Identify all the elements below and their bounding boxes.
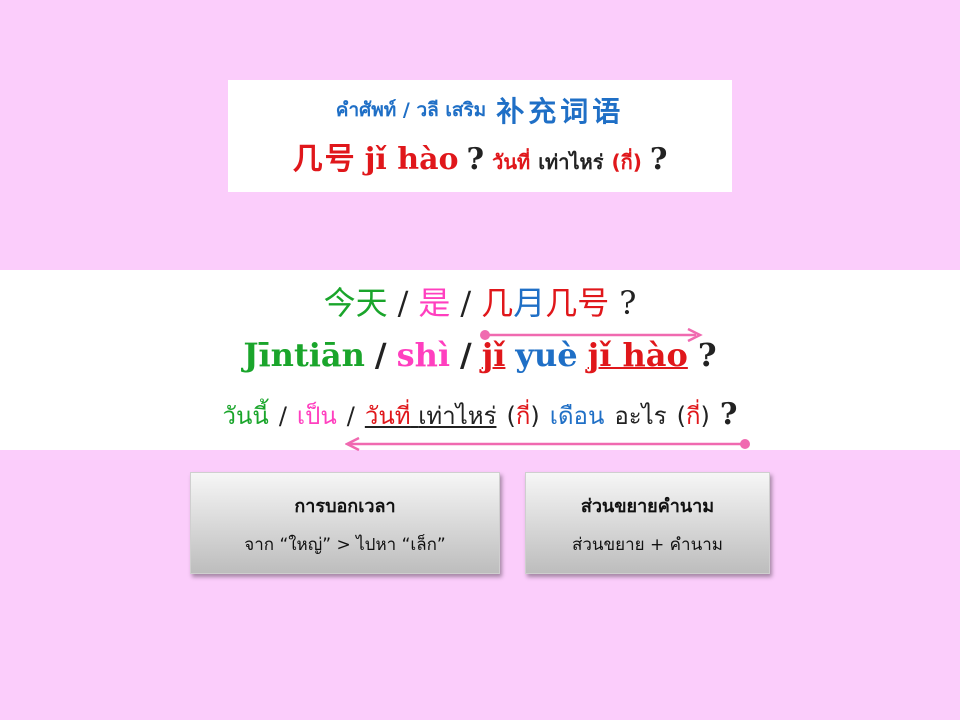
- time-order-note-button[interactable]: การบอกเวลา จาก “ใหญ่” > ไปหา “เล็ก”: [190, 472, 500, 574]
- noun-modifier-note-title: ส่วนขยายคำนาม: [580, 496, 715, 517]
- zh-is: 是: [418, 284, 451, 322]
- noun-modifier-note-body: ส่วนขยาย + คำนาม: [572, 535, 723, 555]
- sentence-thai: วันนี้ / เป็น / วันที่ เท่าไหร่ (กี่) เด…: [0, 396, 960, 435]
- time-order-note-body: จาก “ใหญ่” > ไปหา “เล็ก”: [244, 535, 446, 555]
- th-what: อะไร: [614, 402, 667, 430]
- py-sep-1: /: [374, 336, 387, 374]
- title-card: คำศัพท์ / วลี เสริม 补充词语 几号 jǐ hào ? วัน…: [228, 80, 732, 192]
- zh-month: 月: [513, 284, 546, 322]
- th-is: เป็น: [296, 402, 337, 430]
- chinese-heading: 补充词语: [496, 95, 625, 128]
- th-paren-open-2: (: [676, 402, 686, 430]
- th-question-mark: ?: [719, 397, 738, 432]
- phrase-thai-how-many: เท่าไหร่: [538, 150, 604, 174]
- th-day: วันที่: [364, 402, 411, 430]
- zh-today: 今天: [323, 284, 388, 322]
- zh-sep-1: /: [397, 284, 409, 322]
- th-sep-2: /: [346, 402, 355, 430]
- sentence-chinese: 今天 / 是 / 几月几号 ?: [0, 278, 960, 324]
- phrase-thai-particle: (กี่): [611, 150, 642, 174]
- zh-ji-1: 几: [481, 284, 514, 322]
- py-is: shì: [396, 336, 450, 374]
- title-phrase: 几号 jǐ hào ? วันที่ เท่าไหร่ (กี่) ?: [228, 134, 732, 180]
- phrase-pinyin: jǐ hào: [364, 142, 459, 177]
- th-gee-2: กี่: [686, 402, 701, 430]
- th-day-group: วันที่ เท่าไหร่: [365, 396, 497, 435]
- title-heading: คำศัพท์ / วลี เสริม 补充词语: [228, 90, 732, 130]
- zh-sep-2: /: [460, 284, 472, 322]
- zh-ji-hao: 几号: [545, 284, 610, 322]
- py-sep-2: /: [460, 336, 472, 374]
- th-particle-1: (กี่): [506, 396, 539, 435]
- th-paren-close-1: ): [530, 402, 540, 430]
- th-particle-2: (กี่): [677, 396, 710, 435]
- zh-question-mark: ?: [619, 284, 637, 322]
- th-paren-close-2: ): [700, 402, 710, 430]
- time-order-note-title: การบอกเวลา: [294, 496, 396, 517]
- py-today: Jīntiān: [243, 336, 365, 374]
- zh-date-group: 几月几号: [481, 278, 609, 324]
- th-paren-open-1: (: [506, 402, 516, 430]
- phrase-chinese: 几号: [292, 142, 357, 177]
- phrase-thai-day: วันที่: [492, 150, 531, 174]
- th-today: วันนี้: [222, 402, 269, 430]
- th-gee-1: กี่: [515, 402, 531, 430]
- arrow-left-icon: [345, 437, 750, 451]
- phrase-question-mark: ?: [466, 142, 485, 177]
- arrow-right-icon: [480, 328, 703, 342]
- phrase-question-mark-2: ?: [649, 142, 668, 177]
- noun-modifier-note-button[interactable]: ส่วนขยายคำนาม ส่วนขยาย + คำนาม: [525, 472, 770, 574]
- example-sentence-band: 今天 / 是 / 几月几号 ? Jīntiān / shì / jǐ yuè j…: [0, 270, 960, 451]
- th-month: เดือน: [549, 402, 605, 430]
- th-sep-1: /: [278, 402, 287, 430]
- th-how-many: เท่าไหร่: [418, 402, 497, 430]
- thai-heading: คำศัพท์ / วลี เสริม: [335, 99, 487, 121]
